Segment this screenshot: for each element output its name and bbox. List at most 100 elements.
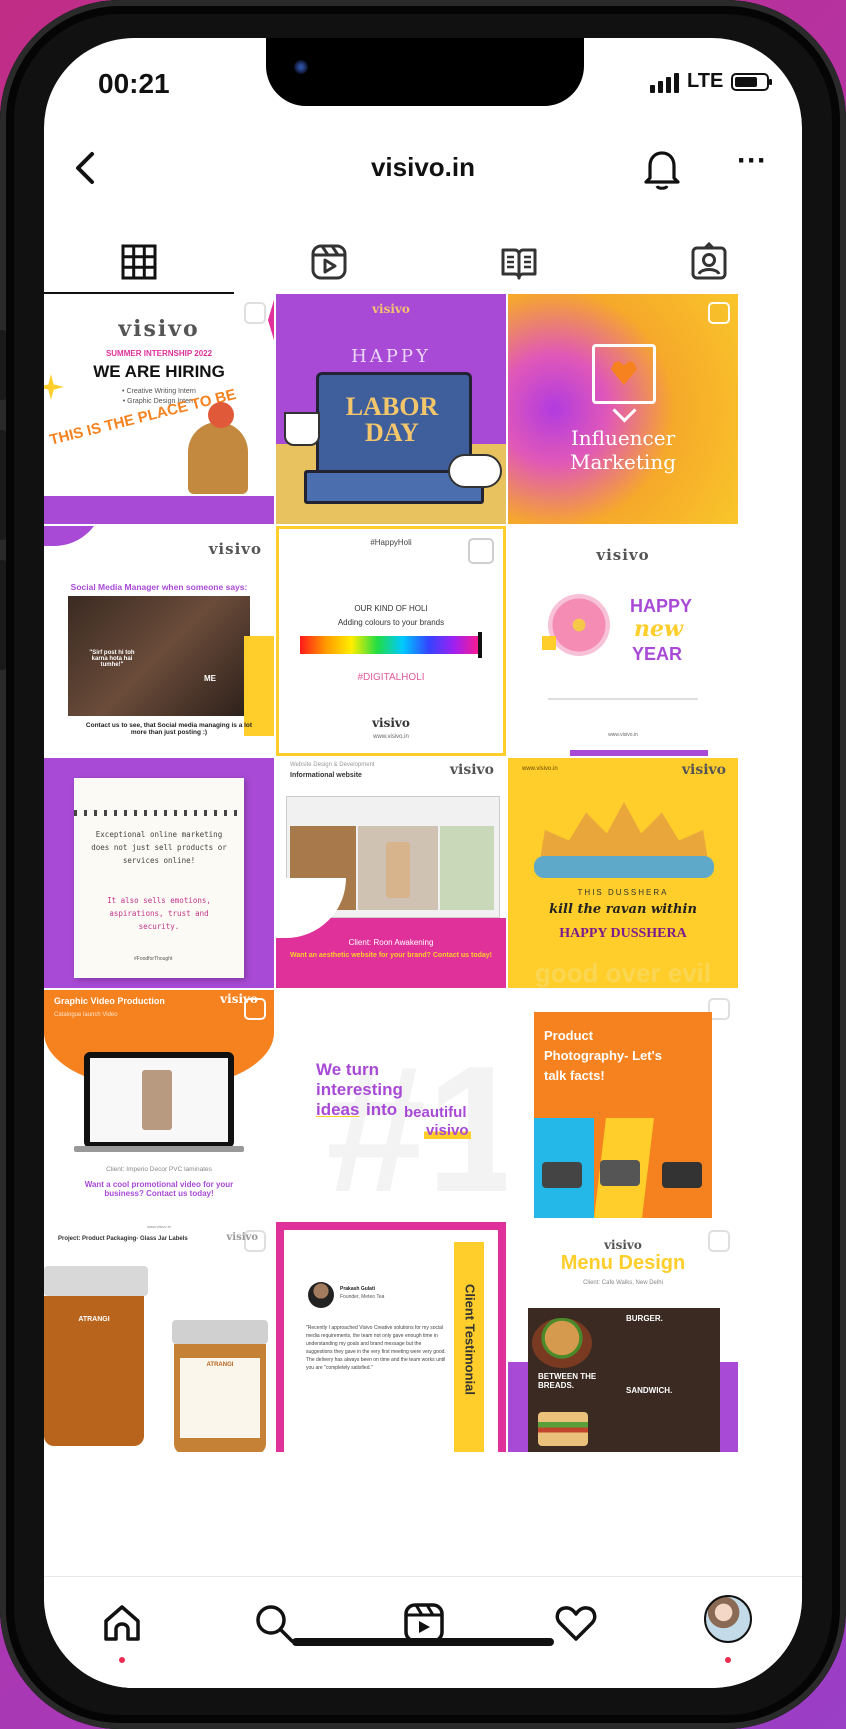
post-client: Client: Cafe Walks, New Delhi bbox=[583, 1280, 663, 1286]
brand-logo: visivo bbox=[118, 316, 200, 342]
brand-logo: visivo bbox=[208, 540, 262, 558]
post-side-text: Client Testimonial bbox=[462, 1284, 478, 1395]
signal-icon bbox=[650, 71, 679, 93]
grid-post[interactable]: Client Testimonial Prakash Gulati Founde… bbox=[276, 1222, 506, 1452]
brand-logo: visivo bbox=[449, 762, 494, 778]
grid-post[interactable]: Graphic Video Production Catalogue launc… bbox=[44, 990, 274, 1220]
grid-post[interactable]: Exceptional online marketing does not ju… bbox=[44, 758, 274, 988]
grid-post[interactable]: visivo Social Media Manager when someone… bbox=[44, 526, 274, 756]
brand-logo: visivo bbox=[226, 1232, 258, 1243]
client-name: Prakash Gulati bbox=[340, 1286, 376, 1292]
post-text: Influencer bbox=[570, 426, 676, 450]
post-site: www.visivo.in bbox=[373, 734, 409, 740]
network-label: LTE bbox=[687, 70, 724, 92]
brand-logo: visivo bbox=[372, 716, 410, 730]
post-subtitle: Catalogue launch Video bbox=[54, 1012, 118, 1018]
menu-label: SANDWICH. bbox=[626, 1386, 673, 1395]
brand-logo: visivo bbox=[372, 302, 410, 316]
post-hashtag: #DIGITALHOLI bbox=[357, 672, 425, 683]
post-title: Social Media Manager when someone says: bbox=[70, 582, 248, 592]
post-title: Graphic Video Production bbox=[54, 996, 165, 1006]
grid-post[interactable]: #HappyHoli OUR KIND OF HOLI Adding colou… bbox=[276, 526, 506, 756]
volume-down-button bbox=[0, 560, 6, 670]
search-icon[interactable] bbox=[250, 1599, 298, 1647]
tab-tagged[interactable] bbox=[614, 228, 802, 292]
phone-frame: 00:21 LTE visivo.in ··· visivo SUMMER IN… bbox=[0, 0, 846, 1729]
bell-icon[interactable] bbox=[640, 144, 684, 192]
post-heading: Website Design & Development bbox=[290, 762, 375, 768]
brand-logo: visivo bbox=[681, 762, 726, 778]
battery-icon bbox=[731, 72, 773, 91]
post-text: Adding colours to your brands bbox=[337, 618, 445, 627]
status-time: 00:21 bbox=[98, 68, 170, 99]
grid-post[interactable]: www.visivo.in Project: Product Packaging… bbox=[44, 1222, 274, 1452]
brand-logo: visivo bbox=[596, 546, 650, 564]
post-hashtag: #FoodforThought bbox=[134, 956, 173, 962]
notification-dot bbox=[725, 1657, 731, 1663]
post-client: Client: Roon Awakening bbox=[348, 938, 434, 947]
more-options-icon[interactable]: ··· bbox=[730, 146, 774, 190]
post-text: • Creative Writing Intern bbox=[122, 388, 196, 395]
brand-logo: visivo bbox=[424, 1122, 471, 1139]
client-role: Founder, Meteo Tea bbox=[340, 1294, 385, 1300]
post-footer: Contact us to see, that Social media man… bbox=[85, 722, 253, 736]
post-text: interesting bbox=[316, 1080, 403, 1099]
grid-post[interactable]: Website Design & Development Information… bbox=[276, 758, 506, 988]
post-text: We turn bbox=[316, 1060, 379, 1079]
tab-guides[interactable] bbox=[424, 228, 614, 292]
post-site: www.visivo.in bbox=[608, 732, 638, 738]
status-indicators: LTE bbox=[650, 70, 773, 93]
grid-post[interactable]: visivo Menu Design Client: Cafe Walks, N… bbox=[508, 1222, 738, 1452]
post-title: Project: Product Packaging- Glass Jar La… bbox=[58, 1236, 188, 1242]
post-text: new bbox=[634, 616, 683, 642]
post-cta: Want an aesthetic website for your brand… bbox=[290, 952, 492, 959]
home-icon[interactable] bbox=[98, 1599, 146, 1647]
post-text: kill the ravan within bbox=[549, 902, 697, 917]
post-text: beautiful bbox=[404, 1104, 467, 1121]
grid-post[interactable]: Influencer Marketing bbox=[508, 294, 738, 524]
notch bbox=[266, 38, 584, 106]
guides-icon bbox=[501, 248, 537, 280]
volume-up-button bbox=[0, 430, 6, 540]
post-text: OUR KIND OF HOLI bbox=[354, 604, 428, 613]
notification-dot bbox=[119, 1657, 125, 1663]
grid-post[interactable]: visivo HAPPY new YEAR www.visivo.in bbox=[508, 526, 738, 756]
post-note: It also sells emotions, aspirations, tru… bbox=[107, 896, 211, 931]
posts-grid: visivo SUMMER INTERNSHIP 2022 WE ARE HIR… bbox=[44, 294, 802, 1576]
post-title: Product Photography- Let's talk facts! bbox=[544, 1028, 662, 1083]
post-text: THIS DUSSHERA bbox=[577, 888, 669, 897]
post-title: Menu Design bbox=[560, 1252, 686, 1274]
tab-posts-grid[interactable] bbox=[44, 228, 234, 294]
profile-tabs bbox=[44, 228, 802, 294]
page-title: visivo.in bbox=[370, 152, 476, 182]
post-subtitle: SUMMER INTERNSHIP 2022 bbox=[105, 349, 213, 358]
bottom-navigation bbox=[44, 1576, 802, 1688]
tab-reels[interactable] bbox=[234, 228, 424, 292]
post-quote: "Sirf post hi toh karna hota hai tumhe!" bbox=[89, 650, 135, 668]
post-label: ATRANGI bbox=[206, 1362, 234, 1368]
grid-post[interactable]: visivo SUMMER INTERNSHIP 2022 WE ARE HIR… bbox=[44, 294, 274, 524]
post-label: ATRANGI bbox=[78, 1316, 110, 1323]
grid-post[interactable]: Product Photography- Let's talk facts! bbox=[508, 990, 738, 1220]
post-text: Marketing bbox=[569, 450, 677, 474]
home-indicator[interactable] bbox=[292, 1638, 554, 1646]
post-note: Exceptional online marketing does not ju… bbox=[91, 830, 227, 865]
post-title: LABOR DAY bbox=[345, 392, 439, 447]
grid-post[interactable]: visivo HAPPY LABOR DAY bbox=[276, 294, 506, 524]
heart-icon[interactable] bbox=[552, 1599, 600, 1647]
post-text: HAPPY bbox=[351, 346, 431, 367]
post-text: HAPPY bbox=[630, 596, 693, 616]
profile-avatar[interactable] bbox=[704, 1595, 752, 1643]
post-tag: #HappyHoli bbox=[370, 538, 412, 547]
grid-icon bbox=[121, 244, 157, 280]
post-quote: "Recently I approached Visivo Creative s… bbox=[306, 1325, 446, 1371]
tagged-icon bbox=[691, 242, 727, 280]
grid-post[interactable]: www.visivo.in visivo THIS DUSSHERA kill … bbox=[508, 758, 738, 988]
post-text: into bbox=[366, 1100, 398, 1119]
post-bg-text: good over evil bbox=[534, 958, 712, 988]
post-site: www.visivo.in bbox=[522, 766, 558, 772]
reels-icon bbox=[311, 244, 347, 280]
grid-post[interactable]: #1 We turn interesting ideas into beauti… bbox=[276, 990, 506, 1220]
post-cta: Want a cool promotional video for your b… bbox=[84, 1180, 234, 1198]
post-site: www.visivo.in bbox=[147, 1224, 171, 1229]
